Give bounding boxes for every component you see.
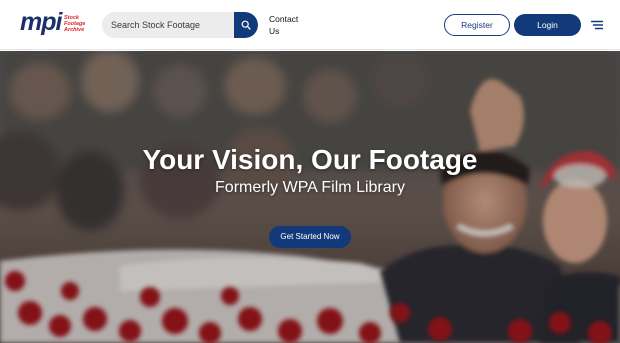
contact-us-line1: Contact — [269, 14, 299, 24]
hero-subtitle: Formerly WPA Film Library — [215, 179, 405, 196]
login-button[interactable]: Login — [514, 14, 581, 36]
register-button[interactable]: Register — [444, 14, 510, 36]
search-bar — [102, 12, 258, 38]
mpi-logo[interactable]: mpi Stock Footage Archive — [20, 8, 90, 38]
search-icon — [241, 20, 251, 30]
hero-title: Your Vision, Our Footage — [142, 144, 478, 175]
contact-us-link[interactable]: Contact Us — [269, 13, 309, 37]
logo-wordmark: mpi — [20, 8, 62, 36]
contact-us-line2: Us — [269, 26, 280, 36]
search-input[interactable] — [102, 12, 234, 38]
get-started-button[interactable]: Get Started Now — [269, 226, 351, 248]
hero-banner: Your Vision, Our Footage Formerly WPA Fi… — [0, 51, 620, 343]
hamburger-menu-icon[interactable] — [591, 19, 603, 31]
site-header: mpi Stock Footage Archive Contact Us Reg… — [0, 0, 620, 50]
hero-background-image — [0, 51, 620, 343]
search-button[interactable] — [234, 12, 258, 38]
logo-tagline-line3: Archive — [64, 27, 85, 33]
logo-tagline: Stock Footage Archive — [64, 15, 94, 33]
